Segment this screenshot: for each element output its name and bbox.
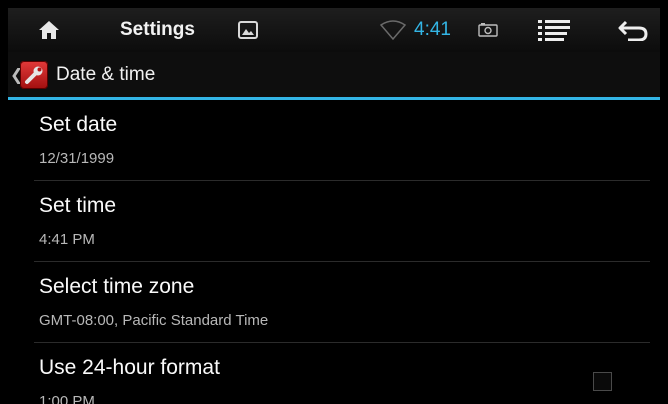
- 24-hour-checkbox[interactable]: [593, 372, 612, 391]
- list-item-summary: GMT-08:00, Pacific Standard Time: [39, 312, 269, 329]
- status-clock: 4:41: [414, 19, 451, 40]
- screen: Settings 4:41 ❮ Date & time Set date 12/…: [8, 8, 660, 404]
- use-24-hour-format-item[interactable]: Use 24-hour format 1:00 PM: [8, 343, 660, 404]
- status-bar: Settings 4:41: [8, 8, 660, 52]
- list-item-title: Select time zone: [39, 275, 195, 298]
- list-item-title: Use 24-hour format: [39, 356, 220, 379]
- select-time-zone-item[interactable]: Select time zone GMT-08:00, Pacific Stan…: [8, 262, 660, 343]
- set-time-item[interactable]: Set time 4:41 PM: [8, 181, 660, 262]
- gallery-icon: [238, 8, 258, 52]
- settings-wrench-icon[interactable]: [20, 61, 48, 89]
- action-bar: ❮ Date & time: [8, 52, 660, 100]
- back-icon[interactable]: [618, 8, 648, 52]
- settings-list: Set date 12/31/1999 Set time 4:41 PM Sel…: [8, 100, 660, 404]
- page-title: Date & time: [56, 63, 156, 85]
- status-title: Settings: [120, 19, 195, 40]
- list-item-summary: 12/31/1999: [39, 150, 115, 167]
- list-item-summary: 4:41 PM: [39, 231, 95, 248]
- home-icon[interactable]: [38, 8, 60, 52]
- list-item-title: Set date: [39, 113, 118, 136]
- list-item-title: Set time: [39, 194, 117, 217]
- set-date-item[interactable]: Set date 12/31/1999: [8, 100, 660, 181]
- menu-icon[interactable]: [538, 8, 570, 52]
- list-item-summary: 1:00 PM: [39, 393, 95, 404]
- screenshot-icon[interactable]: [478, 8, 498, 52]
- wifi-icon: [380, 8, 406, 52]
